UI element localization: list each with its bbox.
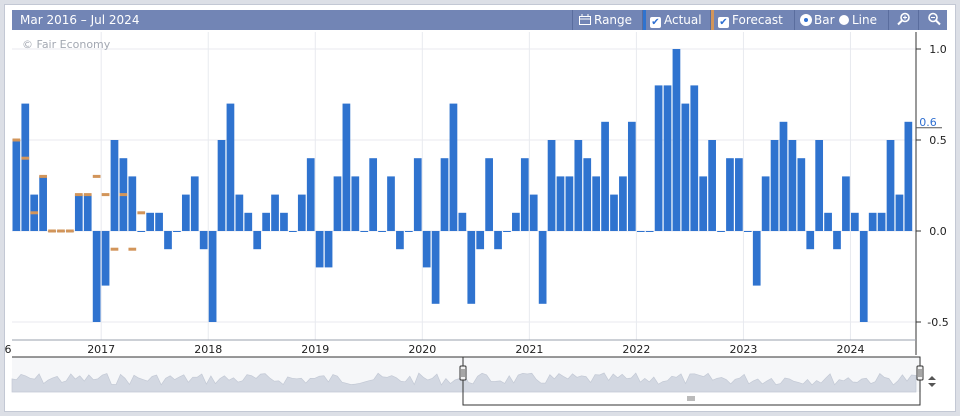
chart-frame [4,4,956,412]
actual-toggle[interactable]: ✔ Actual [642,10,710,30]
checkbox-icon: ✔ [718,17,729,28]
checkbox-icon: ✔ [650,17,661,28]
zoom-in-icon [897,12,910,26]
bar-label: Bar [814,13,835,27]
forecast-toggle[interactable]: ✔ Forecast [710,10,794,30]
radio-selected-icon [801,15,811,25]
range-button[interactable]: Range [572,10,642,30]
radio-unselected-icon [839,15,849,25]
range-label: Range [594,13,633,27]
zoom-in-button[interactable] [888,10,918,30]
zoom-out-icon [928,12,941,26]
forecast-swatch [711,10,714,30]
actual-swatch [643,10,646,30]
zoom-out-button[interactable] [918,10,947,30]
date-range-label: Mar 2016 – Jul 2024 [20,13,140,27]
calendar-icon [579,14,591,25]
actual-label: Actual [664,13,702,27]
forecast-label: Forecast [732,13,783,27]
bar-radio[interactable]: Bar [794,10,837,30]
chart-toolbar: Mar 2016 – Jul 2024 Range ✔ Actual ✔ Forec… [12,10,947,30]
line-label: Line [852,13,878,27]
line-radio[interactable]: Line [837,10,887,30]
